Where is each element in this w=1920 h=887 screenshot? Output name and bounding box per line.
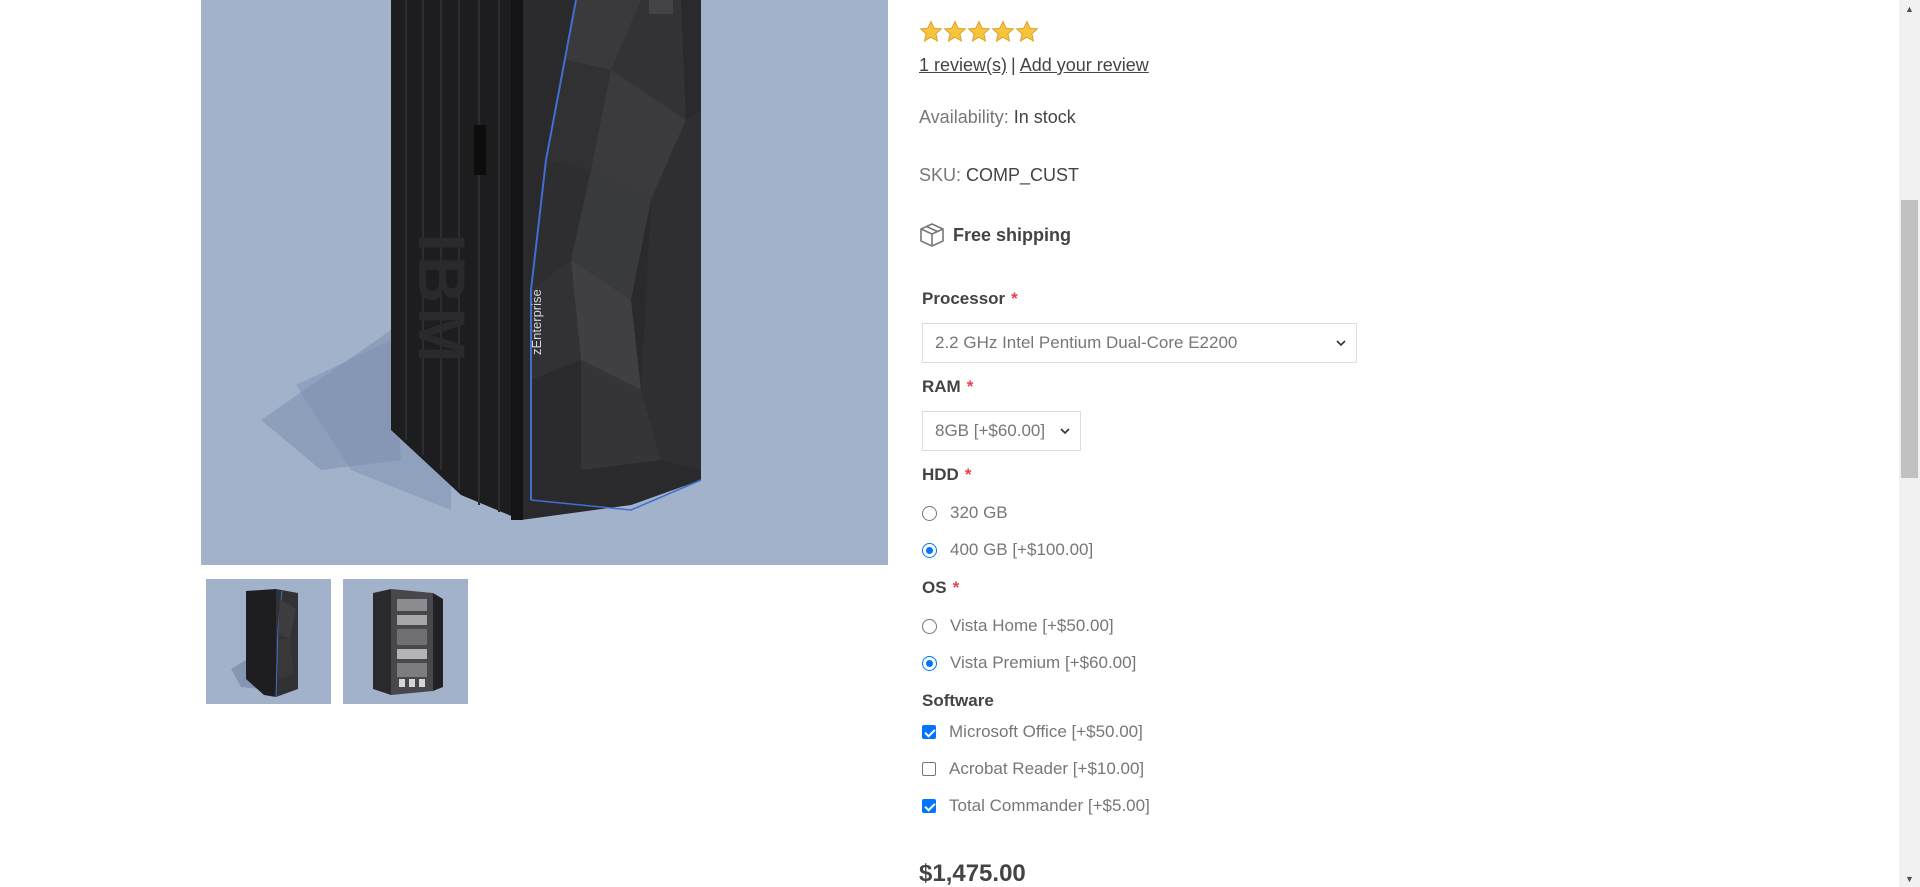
- software-option-label: Acrobat Reader [+$10.00]: [949, 759, 1145, 778]
- processor-select[interactable]: 2.2 GHz Intel Pentium Dual-Core E2200: [922, 323, 1357, 363]
- reviews-count-link[interactable]: 1 review(s): [919, 55, 1007, 75]
- required-mark: *: [1011, 289, 1018, 308]
- scroll-up-icon[interactable]: ▲: [1899, 0, 1920, 17]
- ram-select[interactable]: 8GB [+$60.00]: [922, 411, 1081, 451]
- processor-selected-value: 2.2 GHz Intel Pentium Dual-Core E2200: [935, 333, 1238, 352]
- availability-label: Availability:: [919, 107, 1009, 127]
- software-checkbox-microsoft-office[interactable]: [922, 725, 936, 739]
- hdd-radio-400gb[interactable]: [922, 542, 937, 558]
- ram-label-text: RAM: [922, 377, 961, 396]
- software-option-acrobat-reader[interactable]: Acrobat Reader [+$10.00]: [922, 758, 1144, 780]
- scrollbar-thumb[interactable]: [1901, 200, 1918, 478]
- star-icon: [991, 20, 1015, 43]
- availability-value: In stock: [1013, 107, 1076, 127]
- sku-value: COMP_CUST: [966, 165, 1080, 185]
- software-label-text: Software: [922, 691, 994, 710]
- required-mark: *: [964, 465, 972, 484]
- mainframe-illustration: IBM zEnterprise: [261, 0, 702, 520]
- ibm-logo: IBM: [405, 234, 479, 367]
- hdd-option-400gb[interactable]: 400 GB [+$100.00]: [922, 539, 1093, 561]
- add-review-link[interactable]: Add your review: [1020, 55, 1149, 75]
- rating-stars: [919, 20, 1039, 44]
- os-radio-vista-premium[interactable]: [922, 655, 937, 671]
- star-icon: [1015, 20, 1039, 43]
- hdd-label: HDD *: [922, 465, 971, 485]
- star-icon: [967, 20, 991, 43]
- chevron-down-icon: [1060, 428, 1070, 435]
- required-mark: *: [966, 377, 974, 396]
- processor-label: Processor *: [922, 289, 1018, 309]
- os-option-vista-premium[interactable]: Vista Premium [+$60.00]: [922, 652, 1136, 674]
- sku: SKU: COMP_CUST: [919, 165, 1079, 186]
- thumbnail-open-rack-view[interactable]: [343, 579, 468, 704]
- os-radio-vista-home[interactable]: [922, 618, 937, 634]
- software-label: Software: [922, 691, 994, 711]
- page-scrollbar[interactable]: ▲ ▼: [1899, 0, 1920, 887]
- product-page: IBM zEnterprise 1 review(s) | Add your r…: [0, 0, 1920, 887]
- software-option-label: Total Commander [+$5.00]: [949, 796, 1150, 815]
- scroll-down-icon[interactable]: ▼: [1899, 870, 1920, 887]
- box-icon: [920, 223, 944, 247]
- hdd-radio-320gb[interactable]: [922, 505, 937, 521]
- os-label-text: OS: [922, 578, 947, 597]
- star-icon: [919, 20, 943, 43]
- hdd-option-label: 400 GB [+$100.00]: [950, 540, 1094, 559]
- hdd-option-label: 320 GB: [950, 503, 1008, 522]
- os-option-vista-home[interactable]: Vista Home [+$50.00]: [922, 615, 1114, 637]
- software-option-label: Microsoft Office [+$50.00]: [949, 722, 1143, 741]
- os-label: OS *: [922, 578, 959, 598]
- product-price: $1,475.00: [919, 860, 1026, 887]
- software-option-microsoft-office[interactable]: Microsoft Office [+$50.00]: [922, 721, 1143, 743]
- hdd-label-text: HDD: [922, 465, 959, 484]
- software-option-total-commander[interactable]: Total Commander [+$5.00]: [922, 795, 1150, 817]
- zenterprise-label: zEnterprise: [529, 289, 544, 355]
- mainframe-front-thumbnail: [231, 589, 298, 698]
- chevron-down-icon: [1336, 340, 1346, 347]
- os-option-label: Vista Home [+$50.00]: [950, 616, 1114, 635]
- thumbnail-front-view[interactable]: [206, 579, 331, 704]
- review-links: 1 review(s) | Add your review: [919, 55, 1149, 76]
- free-shipping-text: Free shipping: [953, 224, 1072, 245]
- processor-label-text: Processor: [922, 289, 1006, 308]
- os-option-label: Vista Premium [+$60.00]: [950, 653, 1137, 672]
- ram-selected-value: 8GB [+$60.00]: [935, 421, 1046, 440]
- review-separator: |: [1011, 55, 1016, 75]
- star-icon: [943, 20, 967, 43]
- software-checkbox-acrobat-reader[interactable]: [922, 762, 936, 776]
- free-shipping: Free shipping: [919, 222, 1071, 248]
- availability: Availability: In stock: [919, 107, 1076, 128]
- product-main-image[interactable]: IBM zEnterprise: [201, 0, 888, 565]
- ram-label: RAM *: [922, 377, 973, 397]
- mainframe-open-rack-thumbnail: [373, 589, 443, 695]
- hdd-option-320gb[interactable]: 320 GB: [922, 502, 1008, 524]
- software-checkbox-total-commander[interactable]: [922, 799, 936, 813]
- sku-label: SKU:: [919, 165, 962, 185]
- required-mark: *: [952, 578, 960, 597]
